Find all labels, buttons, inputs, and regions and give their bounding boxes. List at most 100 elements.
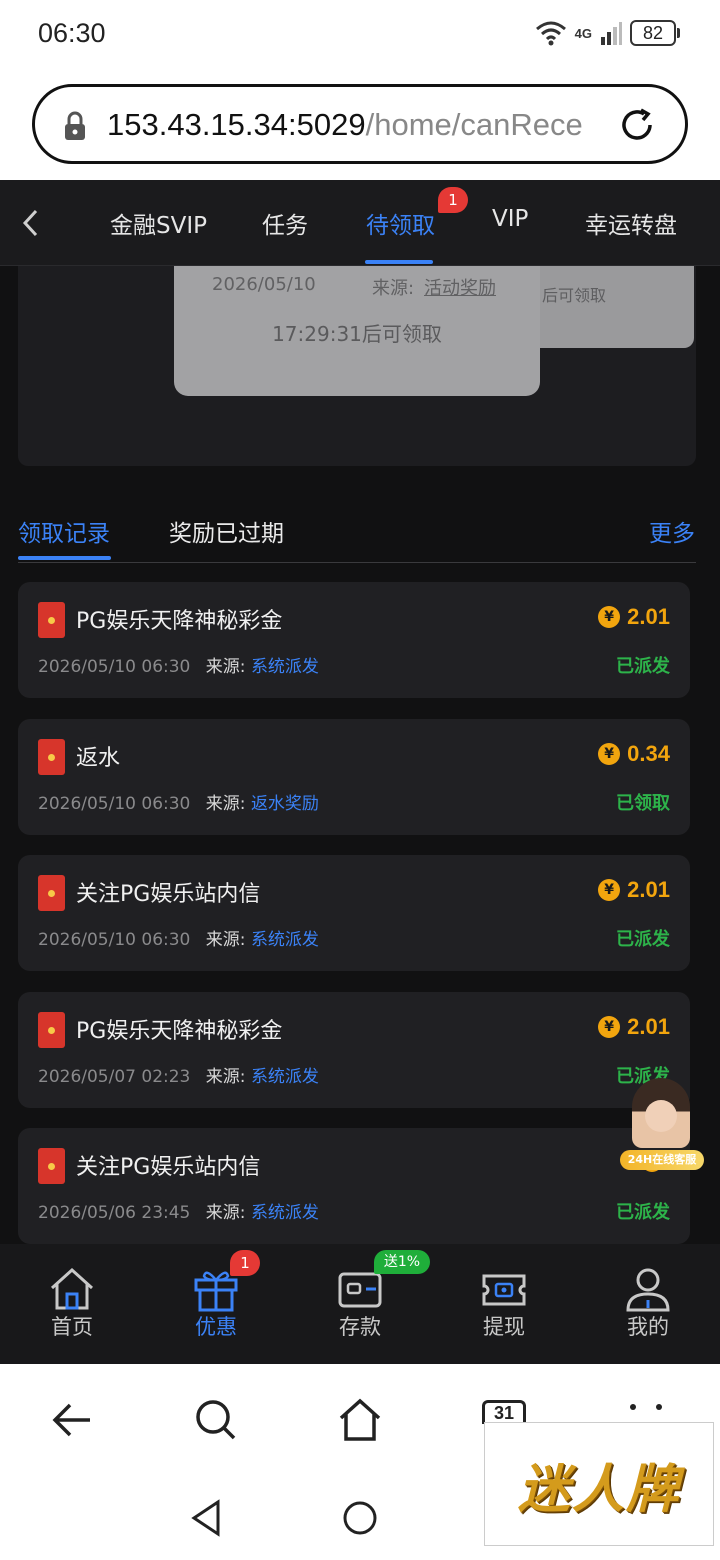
record-source-label: 来源: <box>205 1066 246 1087</box>
tab-expired-rewards[interactable]: 奖励已过期 <box>169 514 284 548</box>
record-source: 系统派发 <box>250 1066 319 1087</box>
bottom-nav: 首页 1 优惠 送1% 存款 提现 我的 <box>0 1244 720 1364</box>
red-envelope-icon <box>38 602 65 638</box>
record-item[interactable]: 关注PG娱乐站内信 ¥ 2026/05/06 23:45 来源: 系统派发 已派… <box>18 1128 690 1244</box>
yen-coin-icon: ¥ <box>598 879 621 901</box>
tabs-count-icon[interactable]: 31 <box>482 1400 526 1424</box>
pending-card-back[interactable]: 后可领取 <box>528 266 694 348</box>
card-source-label: 来源: <box>372 278 415 299</box>
tab-tasks[interactable]: 任务 <box>262 206 308 240</box>
record-meta: 2026/05/06 23:45 来源: 系统派发 <box>38 1198 319 1223</box>
record-tab-indicator <box>18 556 111 560</box>
amount-value: 2.01 <box>627 604 670 629</box>
yen-coin-icon: ¥ <box>598 606 621 628</box>
red-envelope-icon <box>38 875 65 911</box>
status-icons: 4G 82 <box>535 20 680 46</box>
record-tab-divider <box>18 562 696 563</box>
record-title: PG娱乐天降神秘彩金 <box>76 609 283 634</box>
record-meta: 2026/05/10 06:30 来源: 系统派发 <box>38 925 319 950</box>
record-meta: 2026/05/10 06:30 来源: 返水奖励 <box>38 789 319 814</box>
more-menu-icon[interactable] <box>628 1404 668 1412</box>
tab-claim-records[interactable]: 领取记录 <box>18 514 110 548</box>
nav-withdraw-label: 提现 <box>483 1315 525 1339</box>
record-title: PG娱乐天降神秘彩金 <box>76 1018 283 1044</box>
nav-home[interactable]: 首页 <box>0 1244 144 1364</box>
battery-indicator: 82 <box>630 20 680 46</box>
nav-offers[interactable]: 1 优惠 <box>144 1244 288 1364</box>
record-amount: ¥ 0.34 <box>598 741 670 767</box>
record-datetime: 2026/05/10 06:30 <box>38 930 191 950</box>
record-datetime: 2026/05/10 06:30 <box>38 657 191 677</box>
record-status: 已派发 <box>616 656 670 677</box>
tab-lucky-wheel[interactable]: 幸运转盘 <box>585 206 677 240</box>
more-link[interactable]: 更多 <box>649 514 695 548</box>
record-amount: ¥ 2.01 <box>598 1014 670 1040</box>
record-datetime: 2026/05/07 02:23 <box>38 1066 191 1087</box>
record-source-label: 来源: <box>205 930 246 950</box>
tab-svip[interactable]: 金融SVIP <box>110 206 207 240</box>
nav-offers-label: 优惠 <box>195 1315 237 1339</box>
browser-back-icon[interactable] <box>48 1396 96 1444</box>
watermark-text: 迷人牌 <box>517 1458 680 1520</box>
customer-service-widget[interactable]: 24H在线客服 <box>612 1078 708 1176</box>
record-title: 关注PG娱乐站内信 <box>76 882 261 907</box>
record-meta: 2026/05/10 06:30 来源: 系统派发 <box>38 652 319 677</box>
pending-rewards-panel: 后可领取 2026/05/10 来源: 活动奖励 17:29:31后可领取 <box>18 266 696 466</box>
pending-card-front[interactable]: 2026/05/10 来源: 活动奖励 17:29:31后可领取 <box>174 266 540 396</box>
nav-back-triangle-icon[interactable] <box>184 1494 232 1542</box>
lock-icon <box>65 111 85 140</box>
amount-value: 0.34 <box>627 740 670 766</box>
back-icon[interactable] <box>18 207 44 239</box>
withdraw-icon <box>482 1274 526 1306</box>
status-bar: 06:30 4G 82 <box>0 0 720 70</box>
url-path: /home/canRece <box>365 107 583 142</box>
nav-home-circle-icon[interactable] <box>336 1494 384 1542</box>
record-source-label: 来源: <box>205 793 246 814</box>
status-time: 06:30 <box>38 18 106 48</box>
record-item[interactable]: PG娱乐天降神秘彩金 ¥ 2.01 2026/05/07 02:23 来源: 系… <box>18 991 690 1108</box>
record-title: 返水 <box>76 745 121 771</box>
app-content: 金融SVIP 任务 待领取 1 VIP 幸运转盘 后可领取 2026/05/10… <box>0 180 720 1364</box>
record-item[interactable]: 关注PG娱乐站内信 ¥ 2.01 2026/05/10 06:30 来源: 系统… <box>18 855 690 971</box>
watermark-logo: 迷人牌 <box>484 1422 714 1546</box>
nav-profile-label: 我的 <box>627 1315 669 1339</box>
network-type: 4G <box>574 25 592 41</box>
card-source-value: 活动奖励 <box>424 278 496 299</box>
nav-deposit[interactable]: 送1% 存款 <box>288 1244 432 1364</box>
wifi-icon <box>535 21 566 46</box>
customer-service-label: 24H在线客服 <box>620 1150 704 1170</box>
yen-coin-icon: ¥ <box>598 1015 621 1038</box>
top-nav: 金融SVIP 任务 待领取 1 VIP 幸运转盘 <box>0 180 720 266</box>
red-envelope-icon <box>38 1148 65 1184</box>
nav-withdraw[interactable]: 提现 <box>432 1244 576 1364</box>
browser-home-icon[interactable] <box>336 1396 384 1444</box>
record-datetime: 2026/05/10 06:30 <box>38 793 191 814</box>
tab-vip[interactable]: VIP <box>492 206 528 232</box>
record-source: 系统派发 <box>250 930 319 950</box>
deposit-promo-badge: 送1% <box>374 1250 430 1274</box>
record-item[interactable]: 返水 ¥ 0.34 2026/05/10 06:30 来源: 返水奖励 已领取 <box>18 718 690 835</box>
record-meta: 2026/05/07 02:23 来源: 系统派发 <box>38 1062 319 1087</box>
nav-profile[interactable]: 我的 <box>576 1244 720 1364</box>
pending-badge: 1 <box>438 187 468 213</box>
address-bar[interactable]: 153.43.15.34:5029/home/canRece <box>32 84 688 164</box>
record-source: 系统派发 <box>250 657 319 677</box>
battery-tip <box>677 28 680 38</box>
record-source: 返水奖励 <box>250 793 319 814</box>
record-status: 已领取 <box>616 792 670 814</box>
record-datetime: 2026/05/06 23:45 <box>38 1203 191 1223</box>
tab-pending[interactable]: 待领取 <box>366 206 435 240</box>
url-text[interactable]: 153.43.15.34:5029/home/canRece <box>107 107 595 143</box>
yen-coin-icon: ¥ <box>598 742 621 765</box>
offers-badge: 1 <box>230 1250 260 1276</box>
card-date: 2026/05/10 <box>212 274 316 295</box>
record-tabs: 领取记录 奖励已过期 更多 <box>0 500 720 564</box>
reload-icon[interactable] <box>617 105 657 145</box>
amount-value: 2.01 <box>627 877 670 902</box>
card-countdown: 17:29:31后可领取 <box>272 322 442 346</box>
browser-search-icon[interactable] <box>192 1396 240 1444</box>
record-source: 系统派发 <box>250 1203 319 1223</box>
record-amount: ¥ 2.01 <box>598 604 670 630</box>
record-item[interactable]: PG娱乐天降神秘彩金 ¥ 2.01 2026/05/10 06:30 来源: 系… <box>18 582 690 698</box>
customer-service-face <box>645 1100 677 1132</box>
